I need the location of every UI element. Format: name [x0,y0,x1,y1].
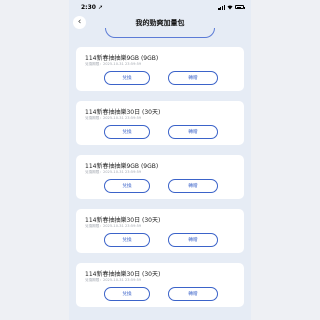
status-time: 2:30 ➚ [81,3,104,11]
redeem-button[interactable]: 兌換 [104,233,150,247]
package-name: 114新春抽抽樂9GB (9GB) [85,163,159,170]
redeem-deadline: 兌換期限：2025-10-31 23:59:59 [85,116,142,120]
list-item: 114新春抽抽樂9GB (9GB) 兌換期限：2025-10-31 23:59:… [76,47,244,91]
transfer-button[interactable]: 轉贈 [168,287,218,301]
cellular-signal-icon [218,5,225,10]
transfer-button[interactable]: 轉贈 [168,125,218,139]
transfer-button[interactable]: 轉贈 [168,233,218,247]
redeem-deadline: 兌換期限：2025-10-31 23:59:59 [85,224,142,228]
package-name: 114新春抽抽樂30日 (30天) [85,217,161,224]
battery-icon [235,5,245,9]
list-item: 114新春抽抽樂30日 (30天) 兌換期限：2025-10-31 23:59:… [76,263,244,307]
redeem-deadline: 兌換期限：2025-10-31 23:59:59 [85,62,142,66]
redeem-button[interactable]: 兌換 [104,71,150,85]
partial-button-outline [105,28,215,38]
chevron-left-icon: ‹ [77,17,82,27]
location-icon: ➚ [98,3,104,11]
status-bar: 2:30 ➚ [69,0,251,14]
back-button[interactable]: ‹ [73,16,86,29]
transfer-button[interactable]: 轉贈 [168,179,218,193]
package-name: 114新春抽抽樂9GB (9GB) [85,55,159,62]
wifi-icon [227,4,233,9]
list-item: 114新春抽抽樂9GB (9GB) 兌換期限：2025-10-31 23:59:… [76,155,244,199]
phone-screen: 2:30 ➚ ‹ 我的勁爽加量包 114新春抽抽樂9GB (9GB) 兌換期限：… [69,0,251,320]
transfer-button[interactable]: 轉贈 [168,71,218,85]
list-item: 114新春抽抽樂30日 (30天) 兌換期限：2025-10-31 23:59:… [76,101,244,145]
redeem-deadline: 兌換期限：2025-10-31 23:59:59 [85,278,142,282]
redeem-button[interactable]: 兌換 [104,125,150,139]
package-name: 114新春抽抽樂30日 (30天) [85,109,161,116]
redeem-button[interactable]: 兌換 [104,179,150,193]
redeem-deadline: 兌換期限：2025-10-31 23:59:59 [85,170,142,174]
redeem-button[interactable]: 兌換 [104,287,150,301]
page-title: 我的勁爽加量包 [135,19,185,27]
package-name: 114新春抽抽樂30日 (30天) [85,271,161,278]
list-item: 114新春抽抽樂30日 (30天) 兌換期限：2025-10-31 23:59:… [76,209,244,253]
